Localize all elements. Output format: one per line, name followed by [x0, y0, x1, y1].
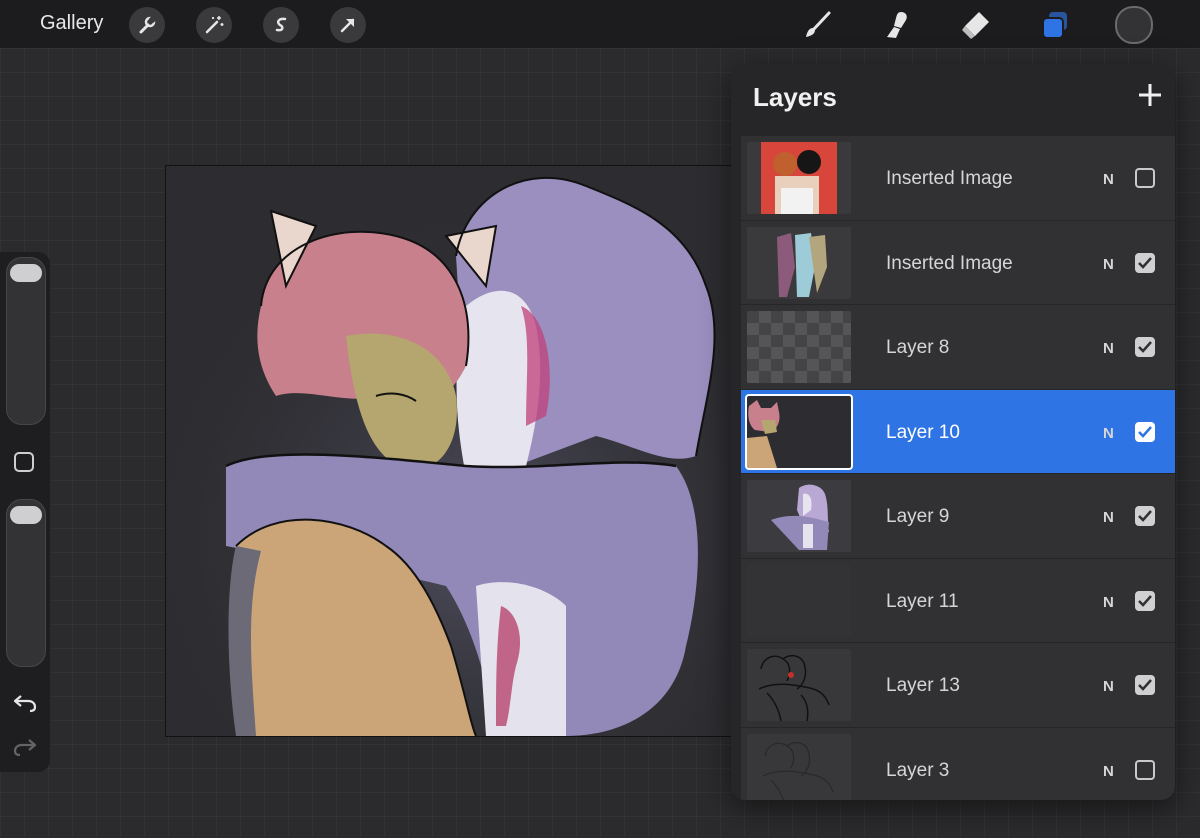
layers-icon[interactable]: [1035, 5, 1075, 45]
layer-name[interactable]: Layer 9: [886, 506, 949, 528]
layer-row[interactable]: Inserted Image N: [741, 220, 1175, 305]
layer-row[interactable]: Layer 9 N: [741, 474, 1175, 559]
redo-icon[interactable]: [12, 736, 38, 758]
top-toolbar: Gallery: [0, 0, 1200, 48]
layer-thumbnail: [747, 226, 851, 299]
blend-mode-button[interactable]: N: [1103, 425, 1114, 442]
blend-mode-button[interactable]: N: [1103, 594, 1114, 611]
layer-visibility-checkbox[interactable]: [1135, 759, 1155, 780]
modify-button[interactable]: [14, 452, 34, 472]
layer-visibility-checkbox[interactable]: [1135, 421, 1155, 442]
checkmark-icon: [1138, 510, 1152, 522]
layer-name[interactable]: Layer 10: [886, 422, 960, 444]
layer-thumbnail: [747, 311, 851, 383]
layer-row[interactable]: Layer 8 N: [741, 305, 1175, 390]
layer-thumbnail: [747, 142, 851, 214]
layer-name[interactable]: Inserted Image: [886, 168, 1013, 190]
wrench-icon[interactable]: [129, 7, 165, 43]
layer-visibility-checkbox[interactable]: [1135, 252, 1155, 273]
layer-thumbnail: [747, 733, 851, 800]
opacity-slider-thumb[interactable]: [10, 506, 42, 524]
artwork: [166, 166, 732, 736]
layer-thumbnail: [747, 564, 851, 637]
layer-name[interactable]: Inserted Image: [886, 253, 1013, 275]
brush-size-slider[interactable]: [6, 257, 46, 425]
layer-row[interactable]: Layer 13 N: [741, 643, 1175, 728]
color-picker-swatch[interactable]: [1115, 6, 1153, 44]
blend-mode-button[interactable]: N: [1103, 171, 1114, 188]
layer-row[interactable]: Inserted Image N: [741, 136, 1175, 221]
checkmark-icon: [1138, 594, 1152, 607]
layers-panel: Layers Inserted Image N Inserted Image N…: [731, 64, 1175, 800]
undo-icon[interactable]: [12, 692, 38, 714]
eraser-icon[interactable]: [955, 5, 995, 45]
transform-arrow-icon[interactable]: [330, 7, 366, 43]
gallery-button[interactable]: Gallery: [40, 12, 103, 35]
blend-mode-button[interactable]: N: [1103, 763, 1114, 780]
layer-visibility-checkbox[interactable]: [1135, 675, 1155, 695]
smudge-icon[interactable]: [875, 5, 915, 45]
layer-name[interactable]: Layer 11: [886, 591, 959, 613]
checkmark-icon: [1138, 679, 1152, 691]
checkmark-icon: [1138, 425, 1152, 438]
brush-icon[interactable]: [798, 5, 838, 45]
checkmark-icon: [1138, 341, 1152, 353]
layer-thumbnail: [747, 480, 851, 552]
layer-visibility-checkbox[interactable]: [1135, 337, 1155, 357]
left-sidebar: [0, 252, 50, 772]
layer-name[interactable]: Layer 8: [886, 337, 949, 359]
drawing-canvas[interactable]: [165, 165, 733, 737]
magic-wand-icon[interactable]: [196, 7, 232, 43]
layers-panel-title: Layers: [753, 82, 837, 112]
layers-list: Inserted Image N Inserted Image N Layer …: [741, 136, 1175, 800]
plus-icon[interactable]: [1135, 80, 1165, 110]
layer-visibility-checkbox[interactable]: [1135, 590, 1155, 611]
layer-visibility-checkbox[interactable]: [1135, 168, 1155, 188]
brush-size-slider-thumb[interactable]: [10, 264, 42, 282]
blend-mode-button[interactable]: N: [1103, 678, 1114, 695]
layer-thumbnail: [747, 649, 851, 721]
layer-name[interactable]: Layer 3: [886, 760, 949, 782]
layer-visibility-checkbox[interactable]: [1135, 506, 1155, 526]
layer-thumbnail: [745, 393, 853, 470]
layer-row[interactable]: Layer 11 N: [741, 558, 1175, 643]
layer-row[interactable]: Layer 3 N: [741, 727, 1175, 800]
layer-name[interactable]: Layer 13: [886, 675, 960, 697]
opacity-slider[interactable]: [6, 499, 46, 667]
blend-mode-button[interactable]: N: [1103, 509, 1114, 526]
checkmark-icon: [1138, 256, 1152, 269]
blend-mode-button[interactable]: N: [1103, 256, 1114, 273]
layer-row-selected[interactable]: Layer 10 N: [741, 389, 1175, 474]
selection-icon[interactable]: [263, 7, 299, 43]
blend-mode-button[interactable]: N: [1103, 340, 1114, 357]
